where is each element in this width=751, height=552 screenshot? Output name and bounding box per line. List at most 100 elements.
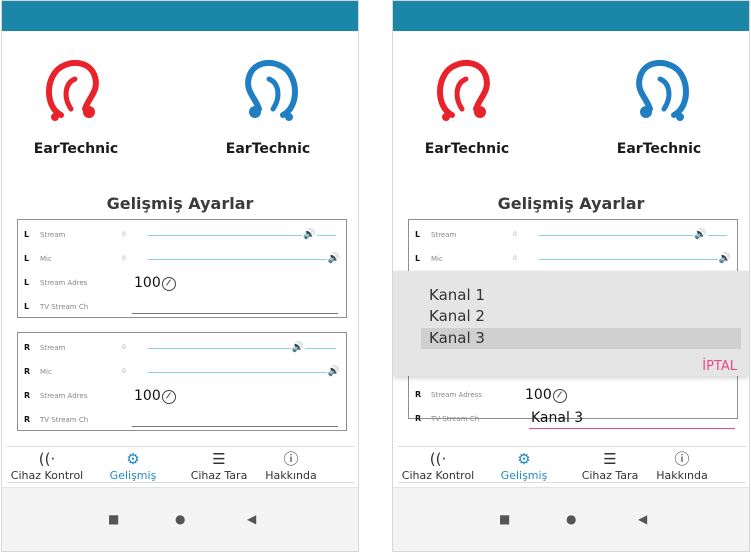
picker-option-kanal-3[interactable]: Kanal 3 [421, 328, 741, 349]
volume-icon[interactable]: 🔊 [693, 230, 708, 240]
volume-icon[interactable]: 🔊 [326, 254, 342, 264]
left-ear-device[interactable]: EarTechnic [16, 57, 136, 157]
right-stream-address-row: R Stream Adres 100 [18, 387, 346, 407]
side-label: R [24, 391, 31, 400]
right-ear-device[interactable]: EarTechnic [599, 57, 719, 157]
tv-stream-value[interactable]: Kanal 3 [531, 410, 583, 426]
list-icon: ☰ [603, 450, 617, 468]
back-button[interactable]: ◀ [638, 512, 647, 526]
left-mic-slider[interactable]: 🔊 [539, 254, 733, 264]
right-settings-panel: R Stream 0 🔊 R Mic 0 🔊 R Stream Adres 10… [17, 332, 347, 431]
side-label: R [415, 390, 422, 399]
nav-cihaz-kontrol[interactable]: ((· Cihaz Kontrol [7, 449, 87, 482]
phone-screen-right: EarTechnic EarTechnic Gelişmiş Ayarlar L… [392, 0, 750, 552]
right-stream-address-row: R Stream Adress 100 [409, 386, 737, 406]
left-brand-name: EarTechnic [424, 141, 510, 157]
left-settings-panel: L Stream 0 🔊 L Mic 0 🔊 L Stream Adres 10… [17, 219, 347, 318]
system-navigation-bar: ■ ● ◀ [2, 487, 358, 551]
slider-min: 0 [122, 344, 126, 351]
info-icon: ⓘ [674, 450, 690, 468]
nav-hakkinda[interactable]: ⓘ Hakkında [251, 449, 331, 482]
tv-stream-label: TV Stream Ch [40, 416, 89, 424]
nav-cihaz-tara[interactable]: ☰ Cihaz Tara [179, 449, 259, 482]
left-mic-row: L Mic 0 🔊 [409, 250, 737, 270]
volume-icon[interactable]: 🔊 [717, 254, 733, 264]
left-mic-slider[interactable]: 🔊 [148, 254, 342, 264]
right-hearing-aid-icon [636, 59, 689, 121]
cancel-button[interactable]: İPTAL [702, 359, 737, 374]
volume-icon[interactable]: 🔊 [326, 367, 342, 377]
side-label: L [415, 254, 421, 263]
app-header-bar [393, 1, 749, 31]
nav-gelismis[interactable]: ⚙ Gelişmiş [103, 449, 163, 482]
stream-address-label: Stream Adres [40, 392, 88, 400]
side-label: L [24, 302, 30, 311]
tv-stream-select[interactable] [132, 313, 338, 314]
nav-cihaz-tara[interactable]: ☰ Cihaz Tara [570, 449, 650, 482]
left-stream-row: L Stream 0 🔊 [409, 226, 737, 246]
picker-option-kanal-1[interactable]: Kanal 1 [421, 285, 741, 306]
side-label: R [24, 415, 31, 424]
left-ear-device[interactable]: EarTechnic [407, 57, 527, 157]
tv-stream-select[interactable] [132, 426, 338, 427]
side-label: R [24, 343, 31, 352]
right-hearing-aid-icon [245, 59, 298, 121]
side-label: R [24, 367, 31, 376]
side-label: L [415, 230, 421, 239]
phone-screen-left: EarTechnic EarTechnic Gelişmiş Ayarlar L… [1, 0, 359, 552]
right-brand-name: EarTechnic [616, 141, 702, 157]
ear-icon: ((· [38, 450, 56, 468]
list-icon: ☰ [212, 450, 226, 468]
home-button[interactable]: ● [566, 512, 576, 526]
right-mic-slider[interactable]: 🔊 [148, 367, 342, 377]
recents-button[interactable]: ■ [499, 512, 510, 526]
edit-icon[interactable] [162, 390, 176, 404]
mic-label: Mic [40, 368, 52, 376]
tv-stream-underline [529, 428, 735, 429]
slider-min: 0 [513, 255, 517, 262]
right-stream-slider[interactable]: 🔊 [148, 343, 336, 353]
back-button[interactable]: ◀ [247, 512, 256, 526]
left-mic-row: L Mic 0 🔊 [18, 250, 346, 270]
left-hearing-aid-icon [46, 59, 99, 121]
picker-option-kanal-2[interactable]: Kanal 2 [421, 306, 741, 327]
volume-icon[interactable]: 🔊 [302, 230, 317, 240]
slider-min: 0 [122, 368, 126, 375]
left-tv-stream-row: L TV Stream Ch [18, 298, 346, 318]
home-button[interactable]: ● [175, 512, 185, 526]
stream-address-label: Stream Adres [40, 279, 88, 287]
left-stream-slider[interactable]: 🔊 [148, 230, 336, 240]
gear-icon: ⚙ [126, 450, 140, 468]
gear-icon: ⚙ [517, 450, 531, 468]
nav-cihaz-kontrol[interactable]: ((· Cihaz Kontrol [398, 449, 478, 482]
recents-button[interactable]: ■ [108, 512, 119, 526]
side-label: L [24, 254, 30, 263]
left-hearing-aid-icon [437, 59, 490, 121]
page-title: Gelişmiş Ayarlar [497, 194, 645, 213]
left-stream-row: L Stream 0 🔊 [18, 226, 346, 246]
side-label: L [24, 278, 30, 287]
edit-icon[interactable] [553, 389, 567, 403]
tv-stream-label: TV Stream Ch [40, 303, 89, 311]
channel-picker: Kanal 1 Kanal 2 Kanal 3 İPTAL [393, 271, 749, 376]
mic-label: Mic [40, 255, 52, 263]
ear-icon: ((· [429, 450, 447, 468]
stream-address-value[interactable]: 100 [134, 388, 161, 404]
system-navigation-bar: ■ ● ◀ [393, 487, 749, 551]
stream-label: Stream [40, 231, 66, 239]
right-stream-row: R Stream 0 🔊 [18, 339, 346, 359]
right-tv-stream-row: R TV Stream Ch [18, 411, 346, 431]
edit-icon[interactable] [162, 277, 176, 291]
right-ear-device[interactable]: EarTechnic [208, 57, 328, 157]
stream-address-value[interactable]: 100 [134, 275, 161, 291]
volume-icon[interactable]: 🔊 [290, 343, 306, 353]
nav-gelismis[interactable]: ⚙ Gelişmiş [494, 449, 554, 482]
slider-min: 0 [122, 231, 126, 238]
slider-min: 0 [513, 231, 517, 238]
app-header-bar [2, 1, 358, 31]
left-stream-slider[interactable]: 🔊 [539, 230, 727, 240]
stream-address-value[interactable]: 100 [525, 387, 552, 403]
nav-hakkinda[interactable]: ⓘ Hakkında [642, 449, 722, 482]
page-title: Gelişmiş Ayarlar [106, 194, 254, 213]
stream-address-label: Stream Adress [431, 391, 482, 399]
